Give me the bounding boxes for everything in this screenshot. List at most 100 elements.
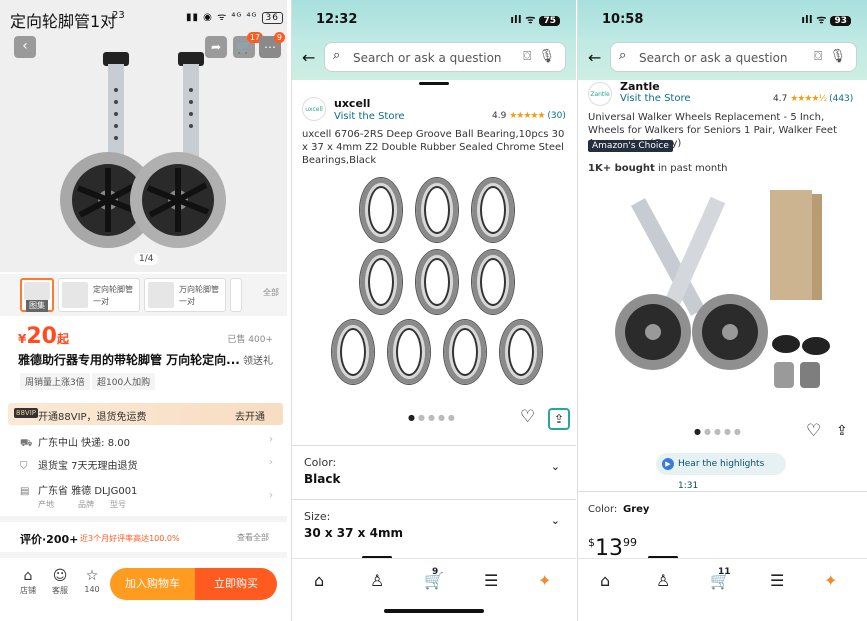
home-icon[interactable]: ⌂ [314,571,324,590]
star-icon: ☆ [85,568,99,584]
share-icon[interactable]: ⇪ [836,423,848,439]
account-icon[interactable]: ♙ [656,571,670,590]
params-row[interactable]: ▤ 广东省 雅德 DLJG001 › [20,482,273,501]
camera-icon[interactable]: ⌼ [523,49,531,64]
status-icons: ▮▮ ◉ ᯤ ⁴ᴳ ⁴ᴳ 36 [186,9,283,24]
favorite-button[interactable]: ☆ 140 [78,568,106,594]
share-icon[interactable]: ⇪ [548,408,570,430]
shipping-row[interactable]: ⛟ 广东中山 快递: 8.00 › [20,434,273,451]
carousel-dots[interactable]: ●●●●● [694,427,744,436]
rufus-icon[interactable]: ✦ [824,571,837,590]
hear-highlights-label: Hear the highlights 1:31 [678,459,765,491]
visit-store-link[interactable]: Visit the Store [334,111,405,122]
cart-icon[interactable]: 🛒 11 [710,567,731,590]
search-input[interactable]: ⌕ Search or ask a question ⌼ 🎙 [610,42,857,72]
product-image[interactable] [292,168,576,393]
bottom-nav: ⌂ ♙ 🛒 11 ☰ ✦ [578,558,867,621]
add-to-cart-button[interactable]: 加入购物车 [110,568,195,600]
amazons-choice-badge: Amazon's Choice [588,140,673,152]
price-fraction: 99 [623,536,637,549]
play-icon: ▶ [662,458,674,470]
tag-added-to-cart: 超100人加购 [92,373,156,390]
search-placeholder: Search or ask a question [353,51,502,65]
heart-icon[interactable]: ♡ [806,421,821,441]
section-divider [0,552,287,558]
service-button[interactable]: ☺ 客服 [46,568,74,596]
rating-value: 4.9 [492,111,507,121]
color-option[interactable]: Color: Grey [578,491,867,527]
chat-icon: ☺ [52,568,68,584]
hear-highlights-button[interactable]: ▶ Hear the highlights 1:31 [656,453,786,491]
share-icon: ➦ [210,40,222,54]
cart-icon[interactable]: 🛒 9 [424,567,444,590]
vip-action[interactable]: 去开通 [235,408,265,423]
thumbnail-swivel-wheel[interactable]: 万向轮脚管一对 [144,278,226,312]
account-icon[interactable]: ♙ [370,571,384,590]
rating[interactable]: 4.9 ★★★★★ (30) [492,111,566,121]
search-icon: ⌕ [333,48,341,63]
menu-button[interactable]: ⋯ 9 [259,32,285,58]
visit-store-link[interactable]: Visit the Store [620,93,691,104]
back-arrow-icon[interactable]: ← [588,48,601,67]
thumbnail-image [148,282,174,308]
size-value: 30 x 37 x 4mm [304,526,403,540]
thumbnail-image [62,282,88,308]
walker-wheels-image [615,190,830,388]
home-icon[interactable]: ⌂ [600,571,610,590]
rating[interactable]: 4.7 ★★★★½ (443) [773,94,853,104]
store-logo: Zantle [588,82,612,106]
store-button[interactable]: ⌂ 店铺 [14,568,42,596]
truck-icon: ⛟ [20,438,33,449]
heart-icon[interactable]: ♡ [520,407,535,427]
menu-badge: 9 [273,32,285,43]
bearing-ring [332,320,374,384]
rating-count: (443) [829,94,854,104]
return-row[interactable]: ⛉ 退货宝 7天无理由退货 › [20,457,273,472]
cart-button[interactable]: 🛒 17 [233,32,263,58]
menu-icon[interactable]: ☰ [770,571,784,590]
bought-info: 1K+ bought in past month [588,163,728,174]
section-divider [0,516,287,522]
buy-now-button[interactable]: 立即购买 [195,568,277,600]
color-option[interactable]: Color: Black ⌄ [292,445,576,499]
back-button[interactable]: ‹ [14,36,36,58]
battery-icon: 75 [539,16,560,26]
brand-name: uxcell [334,97,371,110]
color-label: Color: [588,504,618,515]
thumbnail-fixed-wheel[interactable]: 定向轮脚管一对 [58,278,140,312]
bought-count: 1K+ bought [588,163,655,174]
vip-banner[interactable]: 88VIP 开通88VIP，退货免运费 去开通 [8,403,283,425]
carousel-dots[interactable]: ●●●●● [408,413,458,422]
share-button[interactable]: ➦ [205,36,227,58]
mic-icon[interactable]: 🎙 [829,49,846,64]
search-input[interactable]: ⌕ Search or ask a question ⌼ 🎙 [324,42,566,72]
price-currency: $ [588,536,595,549]
menu-icon[interactable]: ☰ [484,571,498,590]
back-arrow-icon[interactable]: ← [302,48,315,67]
color-value: Grey [623,504,650,515]
camera-icon[interactable]: ⌼ [814,49,822,64]
status-time: 10:58 [602,12,644,27]
product-image[interactable] [578,182,867,407]
amazon-walker-wheels-page: 10:58 ıll ᯤ 93 ← ⌕ Search or ask a questi… [577,0,867,621]
all-thumbnails-link[interactable]: 全部 [263,287,279,298]
bearing-ring [500,320,542,384]
price-amount: 20 [26,324,57,349]
cart-count: 9 [432,567,439,577]
vip-text: 开通88VIP，退货免运费 [38,412,147,423]
rufus-icon[interactable]: ✦ [538,571,551,590]
signal-icon: ıll ᯤ [801,13,827,26]
chevron-right-icon: › [269,490,273,501]
product-hero-image[interactable]: 定向轮脚管1对 23 ▮▮ ◉ ᯤ ⁴ᴳ ⁴ᴳ 36 ‹ ➦ 🛒 17 ⋯ 9 … [0,0,287,272]
product-title-overlay: 定向轮脚管1对 [10,12,117,31]
thumbnail-gallery[interactable]: 图集 [20,278,54,312]
view-all-reviews-link[interactable]: 查看全部 [237,532,269,543]
image-counter: 1/4 [134,253,159,265]
bearing-ring [472,178,514,242]
thumbnail-partial[interactable] [230,278,242,312]
gift-link[interactable]: 领送礼 [243,352,273,367]
search-placeholder: Search or ask a question [639,51,788,65]
review-title[interactable]: 评价·200+ [20,531,78,547]
mic-icon[interactable]: 🎙 [538,49,555,64]
size-option[interactable]: Size: 30 x 37 x 4mm ⌄ [292,499,576,557]
